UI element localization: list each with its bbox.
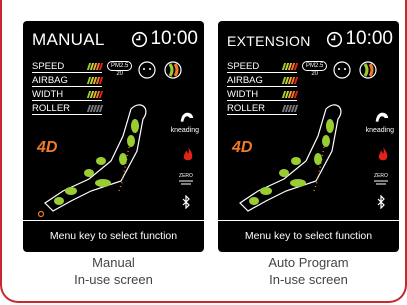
timer-value: 10:00: [150, 28, 198, 49]
caption-subtitle: In-use screen: [74, 272, 153, 287]
massage-mode-icons: [333, 61, 377, 79]
row-label: SPEED: [32, 61, 65, 72]
footer-hint: Menu key to select function: [218, 220, 399, 252]
4d-mode-indicator: 4D: [37, 139, 58, 156]
manual-screen: MANUAL 10:00 SPEED AIRBAG WIDTH ROLLER P…: [23, 21, 204, 252]
caption-title: Manual: [92, 255, 135, 270]
clock-icon: [132, 31, 148, 47]
kneading-label: kneading: [170, 127, 199, 134]
speed-row: SPEED: [227, 61, 299, 73]
pm25-value: 20: [311, 71, 319, 77]
clock-icon: [327, 31, 343, 47]
caption-subtitle: In-use screen: [269, 272, 348, 287]
level-bars: [281, 63, 299, 70]
row-label: AIRBAG: [227, 75, 263, 86]
4d-mode-indicator: 4D: [232, 139, 253, 156]
timer: 10:00: [326, 28, 393, 50]
heat-icon: [183, 147, 193, 161]
timer-value: 10:00: [345, 28, 393, 49]
caption-title: Auto Program: [268, 255, 349, 270]
pm25-indicator: PM2.5 20: [302, 61, 328, 77]
footer-hint: Menu key to select function: [23, 220, 204, 252]
zero-gravity-icon: [179, 180, 193, 185]
zero-gravity-indicator: ZERO: [373, 173, 389, 189]
pm25-indicator: PM2.5 20: [107, 61, 133, 77]
screen-title: EXTENSION: [227, 33, 311, 49]
level-segment: [98, 77, 104, 84]
kneading-hand-icon: [180, 112, 194, 122]
heat-icon: [378, 147, 388, 161]
row-label: AIRBAG: [32, 75, 68, 86]
pm25-label: PM2.5: [302, 61, 328, 71]
pm25-label: PM2.5: [107, 61, 133, 71]
manual-caption: Manual In-use screen: [23, 254, 204, 288]
row-label: SPEED: [227, 61, 260, 72]
kneading-label: kneading: [365, 127, 394, 134]
auto-program-caption: Auto Program In-use screen: [218, 254, 399, 288]
bluetooth-icon: [377, 195, 385, 209]
bluetooth-icon: [182, 195, 190, 209]
kneading-hand-icon: [375, 112, 389, 122]
airbag-row: AIRBAG: [227, 75, 299, 87]
screen-title: MANUAL: [32, 30, 105, 49]
pm25-value: 20: [116, 71, 124, 77]
level-bars: [281, 77, 299, 84]
timer: 10:00: [131, 28, 198, 50]
speed-row: SPEED: [32, 61, 104, 73]
level-bars: [86, 77, 104, 84]
zero-gravity-indicator: ZERO: [178, 173, 194, 189]
extension-screen: EXTENSION 10:00 SPEED AIRBAG WIDTH ROLLE…: [218, 21, 399, 252]
airbag-row: AIRBAG: [32, 75, 104, 87]
level-segment: [98, 63, 104, 70]
level-segment: [293, 63, 299, 70]
level-segment: [293, 77, 299, 84]
zero-gravity-icon: [374, 180, 388, 185]
level-bars: [86, 63, 104, 70]
massage-mode-icons: [138, 61, 182, 79]
